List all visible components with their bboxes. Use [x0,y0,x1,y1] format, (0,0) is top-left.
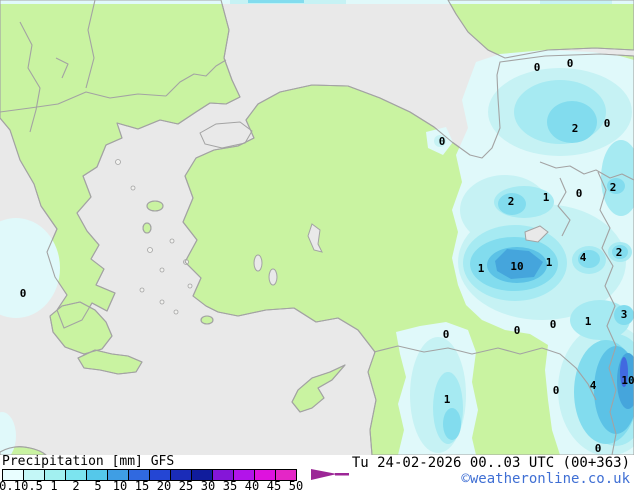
precip-value-label: 2 [572,122,579,135]
precip-value-label: 10 [621,374,634,387]
copyright-link[interactable]: ©weatheronline.co.uk [461,471,630,487]
precip-value-label: 0 [567,57,574,70]
precip-value-label: 0 [439,135,446,148]
precip-value-label: 1 [585,315,592,328]
weather-map-screen: 0 0 0 0 2 0 2 1 0 2 1 10 1 4 2 1 3 0 0 0 0 4 10 1 0 Precipitatio… [0,0,634,490]
map-area: 0 0 0 0 2 0 2 1 0 2 1 10 1 4 2 1 3 0 0 0 0 4 10 1 0 [0,0,634,455]
precip-value-label: 4 [590,379,597,392]
legend-tick-label: 25 [178,479,194,490]
precip-value-label: 0 [514,324,521,337]
forecast-timestamp: Tu 24-02-2026 00..03 UTC (00+363) [351,455,630,471]
precip-value-label: 10 [510,260,523,273]
legend-tick-labels: 0.1 0.5 1 2 5 10 15 20 25 30 35 40 45 50 [0,479,342,490]
precip-value-label: 0 [550,318,557,331]
legend-tick-label: 50 [288,479,304,490]
legend-tick-label: 45 [266,479,282,490]
legend-tick-label: 5 [94,479,102,490]
legend-tick-label: 15 [134,479,150,490]
precip-value-label: 0 [443,328,450,341]
legend-tick-label: 40 [244,479,260,490]
precip-value-label: 0 [534,61,541,74]
legend-title-word: Precipitation [2,454,104,470]
precip-value-label: 3 [621,308,628,321]
precip-value-label: 0 [604,117,611,130]
precip-value-label: 1 [444,393,451,406]
precip-value-label: 0 [553,384,560,397]
precipitation-map: 000 02 02 1 0 21 10 1 4 2130000 4 1010 [0,0,634,455]
legend-tick-label: 20 [156,479,172,490]
legend-title-unit: [mm] [111,454,143,469]
legend-tick-label: 35 [222,479,238,490]
legend-tick-label: 0.1 [0,479,21,490]
legend-title: Precipitation [mm] GFS [2,454,175,470]
precip-value-label: 1 [543,191,550,204]
precip-value-label: 0 [595,442,602,455]
precip-value-label: 1 [478,262,485,275]
legend-tick-label: 30 [200,479,216,490]
legend-tick-label: 1 [50,479,58,490]
legend-title-model: GFS [150,454,175,469]
precip-value-label: 1 [546,256,553,269]
precip-value-label: 0 [576,187,583,200]
precip-value-label: 2 [610,181,617,194]
legend-tick-label: 2 [72,479,80,490]
precip-value-label: 2 [616,246,623,259]
precip-value-label: 0 [20,287,27,300]
precip-value-label: 4 [580,251,587,264]
precip-value-label: 2 [508,195,515,208]
legend-tick-label: 0.5 [21,479,43,490]
legend-tick-label: 10 [112,479,128,490]
